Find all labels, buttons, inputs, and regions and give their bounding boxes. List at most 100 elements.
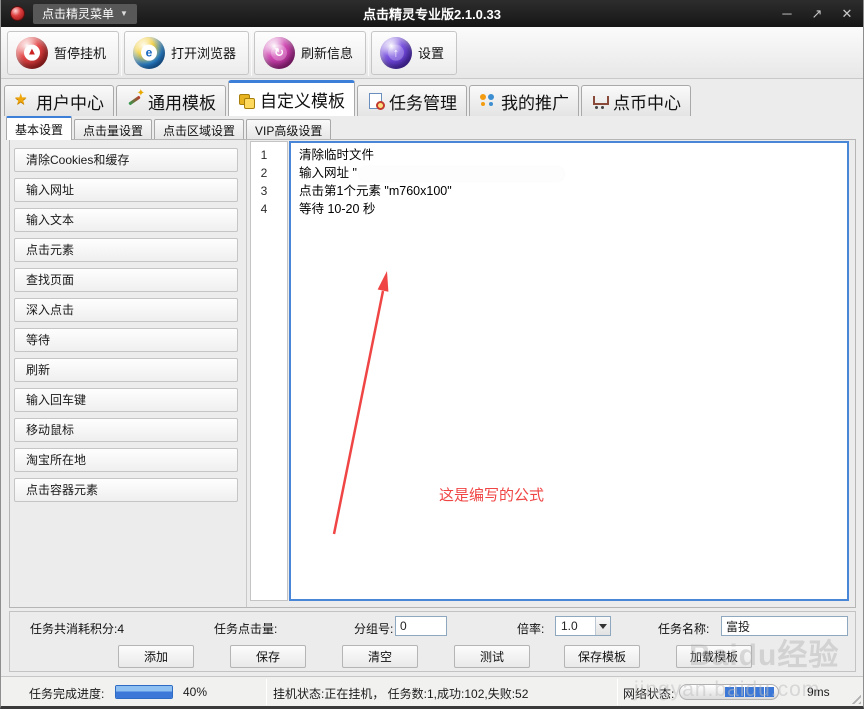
sidebar-action-7[interactable]: 等待	[14, 328, 238, 352]
signal-bar-icon	[745, 687, 754, 697]
browser-ball-icon: e	[133, 37, 165, 69]
ball-glyph: e	[141, 44, 157, 60]
sidebar-action-12[interactable]: 点击容器元素	[14, 478, 238, 502]
signal-bar-icon	[725, 687, 734, 697]
toolbar: ▲暂停挂机 e 打开浏览器 ↻ 刷新信息 ↑ 设置	[1, 27, 863, 79]
sidebar-action-10[interactable]: 移动鼠标	[14, 418, 238, 442]
subtab-vip-advanced[interactable]: VIP高级设置	[246, 119, 331, 140]
sidebar-action-6[interactable]: 深入点击	[14, 298, 238, 322]
task-name-input[interactable]	[721, 616, 848, 636]
toolbar-separator	[121, 30, 122, 76]
network-latency: 9ms	[807, 685, 830, 699]
wand-icon	[126, 93, 143, 109]
script-editor[interactable]: 清除临时文件输入网址 " 点击第1个元素 "m760x100" 等待 10-20 秒	[289, 141, 849, 601]
rate-label: 倍率:	[517, 620, 544, 637]
progress-percent: 40%	[183, 685, 207, 699]
code-text: 输入网址 "	[299, 166, 357, 180]
refresh-info-button[interactable]: ↻ 刷新信息	[254, 31, 366, 75]
custom-template-panel: 清除Cookies和缓存输入网址输入文本点击元素查找页面深入点击等待刷新输入回车…	[9, 139, 856, 608]
status-separator	[266, 679, 267, 705]
annotation-text: 这是编写的公式	[439, 484, 544, 505]
sidebar-action-8[interactable]: 刷新	[14, 358, 238, 382]
rate-select[interactable]: 1.0	[555, 616, 611, 636]
sidebar-action-3[interactable]: 输入文本	[14, 208, 238, 232]
sidebar-action-9[interactable]: 输入回车键	[14, 388, 238, 412]
tab-label: 通用模板	[148, 89, 216, 114]
add-button[interactable]: 添加	[118, 645, 194, 668]
subtab-basic-settings[interactable]: 基本设置	[6, 116, 72, 140]
tab-general-template[interactable]: 通用模板	[116, 85, 226, 116]
toolbar-button-label: 设置	[418, 43, 444, 62]
toolbar-button-label: 打开浏览器	[171, 43, 236, 62]
test-button[interactable]: 测试	[454, 645, 530, 668]
tab-label: 用户中心	[36, 89, 104, 114]
progress-fill	[116, 686, 172, 698]
group-number-input[interactable]	[395, 616, 447, 636]
line-number: 4	[251, 200, 287, 218]
status-bar: 任务完成进度: 40% 挂机状态:正在挂机， 任务数:1,成功:102,失败:5…	[1, 676, 863, 706]
star-icon	[14, 93, 31, 109]
code-line: 输入网址 "	[299, 164, 847, 182]
settings-button[interactable]: ↑ 设置	[371, 31, 457, 75]
tab-coin-center[interactable]: 点币中心	[581, 85, 691, 116]
window-controls: ─ ↗ ✕	[779, 0, 855, 27]
app-window: 点击精灵菜单 ▼ 点击精灵专业版2.1.0.33 ─ ↗ ✕ ▲暂停挂机e打开浏…	[0, 0, 864, 709]
network-signal-indicator	[679, 684, 779, 700]
tab-label: 我的推广	[501, 89, 569, 114]
sidebar-action-11[interactable]: 淘宝所在地	[14, 448, 238, 472]
group-number-label: 分组号:	[354, 620, 393, 637]
refresh-ball-icon: ↻	[263, 37, 295, 69]
sidebar-action-5[interactable]: 查找页面	[14, 268, 238, 292]
redacted-url	[359, 167, 564, 181]
ball-glyph: ↻	[271, 44, 287, 60]
points-consumed-label: 任务共消耗积分:4	[30, 620, 124, 637]
hang-status-text: 挂机状态:正在挂机， 任务数:1,成功:102,失败:52	[273, 685, 528, 702]
tab-task-manage[interactable]: 任务管理	[357, 85, 467, 116]
task-clicks-label: 任务点击量:	[214, 620, 277, 637]
code-text: 等待 10-20 秒	[299, 202, 375, 216]
sidebar-action-4[interactable]: 点击元素	[14, 238, 238, 262]
signal-bar-icon	[765, 687, 774, 697]
dropdown-arrow-icon[interactable]	[595, 617, 610, 635]
subtab-click-area[interactable]: 点击区域设置	[154, 119, 244, 140]
cart-icon	[591, 93, 608, 109]
code-text: 点击第1个元素 "m760x100"	[299, 184, 452, 198]
tab-my-promotion[interactable]: 我的推广	[469, 85, 579, 116]
pause-ball-icon: ▲	[16, 37, 48, 69]
save-button[interactable]: 保存	[230, 645, 306, 668]
app-menu-button[interactable]: 点击精灵菜单 ▼	[33, 4, 137, 24]
pause-hang-button[interactable]: ▲暂停挂机	[7, 31, 119, 75]
code-lines: 清除临时文件输入网址 " 点击第1个元素 "m760x100" 等待 10-20 秒	[291, 143, 847, 218]
action-sidebar: 清除Cookies和缓存输入网址输入文本点击元素查找页面深入点击等待刷新输入回车…	[10, 140, 247, 607]
code-line: 清除临时文件	[299, 146, 847, 164]
sidebar-action-1[interactable]: 清除Cookies和缓存	[14, 148, 238, 172]
sidebar-action-2[interactable]: 输入网址	[14, 178, 238, 202]
people-icon	[479, 93, 496, 109]
subtab-click-volume[interactable]: 点击量设置	[74, 119, 152, 140]
app-logo-icon	[10, 6, 25, 21]
load-template-button[interactable]: 加载模板	[676, 645, 752, 668]
tab-label: 点币中心	[613, 89, 681, 114]
clear-button[interactable]: 清空	[342, 645, 418, 668]
resize-grip-icon[interactable]	[848, 691, 861, 704]
line-number: 2	[251, 164, 287, 182]
toolbar-button-label: 刷新信息	[301, 43, 353, 62]
tab-user-center[interactable]: 用户中心	[4, 85, 114, 116]
app-menu-label: 点击精灵菜单	[42, 5, 114, 22]
code-line: 点击第1个元素 "m760x100"	[299, 182, 847, 200]
blocks-icon	[238, 92, 255, 108]
maximize-button[interactable]: ↗	[809, 6, 825, 22]
tab-custom-template[interactable]: 自定义模板	[228, 80, 355, 116]
toolbar-separator	[368, 30, 369, 76]
line-number-gutter: 1234	[250, 141, 288, 601]
line-number: 3	[251, 182, 287, 200]
toolbar-separator	[251, 30, 252, 76]
close-button[interactable]: ✕	[839, 6, 855, 22]
open-browser-button[interactable]: e 打开浏览器	[124, 31, 249, 75]
minimize-button[interactable]: ─	[779, 6, 795, 21]
progress-bar	[115, 685, 173, 699]
save-template-button[interactable]: 保存模板	[564, 645, 640, 668]
code-text: 清除临时文件	[299, 148, 374, 162]
progress-label: 任务完成进度:	[29, 685, 104, 702]
settings-ball-icon: ↑	[380, 37, 412, 69]
